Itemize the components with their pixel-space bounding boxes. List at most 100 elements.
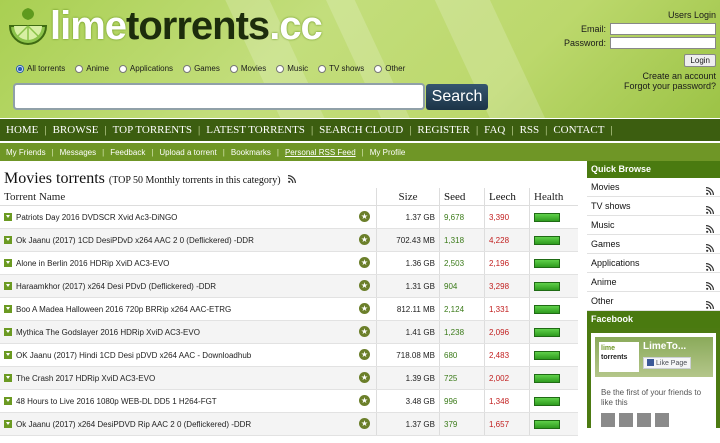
- download-icon[interactable]: [4, 235, 12, 244]
- table-row[interactable]: OK Jaanu (2017) Hindi 1CD Desi pDVD x264…: [0, 343, 578, 367]
- download-icon[interactable]: [4, 258, 12, 267]
- table-row[interactable]: 48 Hours to Live 2016 1080p WEB-DL DD5 1…: [0, 389, 578, 413]
- download-icon[interactable]: [4, 281, 12, 290]
- rss-icon[interactable]: [705, 221, 714, 234]
- download-icon[interactable]: [4, 304, 12, 313]
- torrent-link[interactable]: Boo A Madea Halloween 2016 720p BRRip x2…: [16, 305, 231, 314]
- nav-rss[interactable]: RSS: [514, 124, 546, 136]
- subnav-feedback[interactable]: Feedback: [104, 148, 151, 157]
- category-music[interactable]: Music: [276, 64, 308, 73]
- rss-icon[interactable]: [705, 278, 714, 291]
- nav-top-torrents[interactable]: TOP TORRENTS: [107, 124, 198, 136]
- category-anime[interactable]: Anime: [75, 64, 109, 73]
- subnav-personal-rss-feed[interactable]: Personal RSS Feed: [279, 148, 362, 157]
- avatar[interactable]: [619, 413, 633, 427]
- download-icon[interactable]: [4, 212, 12, 221]
- login-button[interactable]: Login: [684, 54, 716, 67]
- subnav-messages[interactable]: Messages: [54, 148, 102, 157]
- facebook-page-logo[interactable]: lime torrents: [599, 342, 639, 372]
- nav-home[interactable]: HOME: [0, 124, 44, 136]
- rss-icon[interactable]: [705, 259, 714, 272]
- download-icon[interactable]: [4, 373, 12, 382]
- category-other[interactable]: Other: [374, 64, 405, 73]
- category-tv-shows[interactable]: TV shows: [318, 64, 364, 73]
- nav-search-cloud[interactable]: SEARCH CLOUD: [313, 124, 409, 136]
- col-seed[interactable]: Seed: [439, 188, 485, 206]
- rss-icon[interactable]: [287, 170, 296, 184]
- radio[interactable]: [229, 64, 238, 73]
- sidebar-item-movies[interactable]: Movies: [587, 178, 720, 197]
- forgot-password-link[interactable]: Forgot your password?: [556, 81, 716, 91]
- subnav-my-friends[interactable]: My Friends: [0, 148, 52, 157]
- password-field[interactable]: [610, 37, 716, 49]
- radio[interactable]: [118, 64, 127, 73]
- site-logo[interactable]: limetorrents.cc: [6, 4, 323, 48]
- avatar[interactable]: [637, 413, 651, 427]
- verified-star-icon: ★: [359, 280, 370, 291]
- category-applications[interactable]: Applications: [118, 64, 173, 73]
- torrent-link[interactable]: Patriots Day 2016 DVDSCR Xvid Ac3-DiNGO: [16, 213, 177, 222]
- facebook-like-button[interactable]: Like Page: [643, 357, 692, 369]
- col-leech[interactable]: Leech: [484, 188, 530, 206]
- sidebar-item-tv-shows[interactable]: TV shows: [587, 197, 720, 216]
- email-field[interactable]: [610, 23, 716, 35]
- nav-faq[interactable]: FAQ: [478, 124, 511, 136]
- torrent-link[interactable]: Haraamkhor (2017) x264 Desi PDvD (Deflic…: [16, 282, 216, 291]
- download-icon[interactable]: [4, 350, 12, 359]
- table-row[interactable]: Ok Jaanu (2017) x264 DesiPDVD Rip AAC 2 …: [0, 412, 578, 436]
- page-title-text: Movies torrents: [4, 170, 105, 187]
- table-row[interactable]: Ok Jaanu (2017) 1CD DesiPDvD x264 AAC 2 …: [0, 228, 578, 252]
- col-torrent-name[interactable]: Torrent Name: [0, 188, 377, 206]
- sidebar-item-applications[interactable]: Applications: [587, 254, 720, 273]
- sidebar-item-games[interactable]: Games: [587, 235, 720, 254]
- col-size[interactable]: Size: [376, 188, 440, 206]
- torrent-link[interactable]: Ok Jaanu (2017) 1CD DesiPDvD x264 AAC 2 …: [16, 236, 254, 245]
- avatar[interactable]: [601, 413, 615, 427]
- rss-icon[interactable]: [705, 202, 714, 215]
- nav-latest-torrents[interactable]: LATEST TORRENTS: [200, 124, 311, 136]
- search-input[interactable]: [13, 83, 425, 110]
- category-movies[interactable]: Movies: [229, 64, 266, 73]
- table-row[interactable]: Mythica The Godslayer 2016 HDRip XviD AC…: [0, 320, 578, 344]
- download-icon[interactable]: [4, 327, 12, 336]
- table-row[interactable]: Alone in Berlin 2016 HDRip XviD AC3-EVO ★…: [0, 251, 578, 275]
- subnav-bookmarks[interactable]: Bookmarks: [225, 148, 277, 157]
- rss-icon[interactable]: [705, 240, 714, 253]
- table-row[interactable]: The Crash 2017 HDRip XviD AC3-EVO ★ 1.39 G…: [0, 366, 578, 390]
- radio[interactable]: [276, 64, 285, 73]
- nav-register[interactable]: REGISTER: [411, 124, 476, 136]
- download-icon[interactable]: [4, 396, 12, 405]
- torrent-size: 1.41 GB: [376, 320, 440, 344]
- nav-contact[interactable]: CONTACT: [547, 124, 610, 136]
- search-button[interactable]: Search: [426, 84, 488, 110]
- sidebar-item-anime[interactable]: Anime: [587, 273, 720, 292]
- sidebar-item-other[interactable]: Other: [587, 292, 720, 311]
- table-row[interactable]: Patriots Day 2016 DVDSCR Xvid Ac3-DiNGO ★…: [0, 205, 578, 229]
- radio[interactable]: [75, 64, 84, 73]
- radio[interactable]: [374, 64, 383, 73]
- torrent-link[interactable]: The Crash 2017 HDRip XviD AC3-EVO: [16, 374, 155, 383]
- torrent-link[interactable]: OK Jaanu (2017) Hindi 1CD Desi pDVD x264…: [16, 351, 251, 360]
- table-header-row: Torrent Name Size Seed Leech Health: [0, 188, 578, 206]
- sidebar-item-music[interactable]: Music: [587, 216, 720, 235]
- facebook-page-name[interactable]: LimeTo...: [643, 341, 686, 352]
- subnav-my-profile[interactable]: My Profile: [364, 148, 412, 157]
- radio-selected[interactable]: [16, 64, 24, 73]
- radio[interactable]: [318, 64, 327, 73]
- table-row[interactable]: Haraamkhor (2017) x264 Desi PDvD (Deflic…: [0, 274, 578, 298]
- nav-browse[interactable]: BROWSE: [47, 124, 105, 136]
- torrent-link[interactable]: Mythica The Godslayer 2016 HDRip XviD AC…: [16, 328, 200, 337]
- avatar[interactable]: [655, 413, 669, 427]
- category-all-torrents[interactable]: All torrents: [16, 64, 65, 73]
- radio[interactable]: [183, 64, 192, 73]
- torrent-link[interactable]: Ok Jaanu (2017) x264 DesiPDVD Rip AAC 2 …: [16, 420, 251, 429]
- table-row[interactable]: Boo A Madea Halloween 2016 720p BRRip x2…: [0, 297, 578, 321]
- create-account-link[interactable]: Create an account: [556, 71, 716, 81]
- subnav-upload-torrent[interactable]: Upload a torrent: [153, 148, 222, 157]
- download-icon[interactable]: [4, 419, 12, 428]
- category-games[interactable]: Games: [183, 64, 220, 73]
- torrent-link[interactable]: Alone in Berlin 2016 HDRip XviD AC3-EVO: [16, 259, 169, 268]
- rss-icon[interactable]: [705, 297, 714, 310]
- torrent-link[interactable]: 48 Hours to Live 2016 1080p WEB-DL DD5 1…: [16, 397, 217, 406]
- rss-icon[interactable]: [705, 183, 714, 196]
